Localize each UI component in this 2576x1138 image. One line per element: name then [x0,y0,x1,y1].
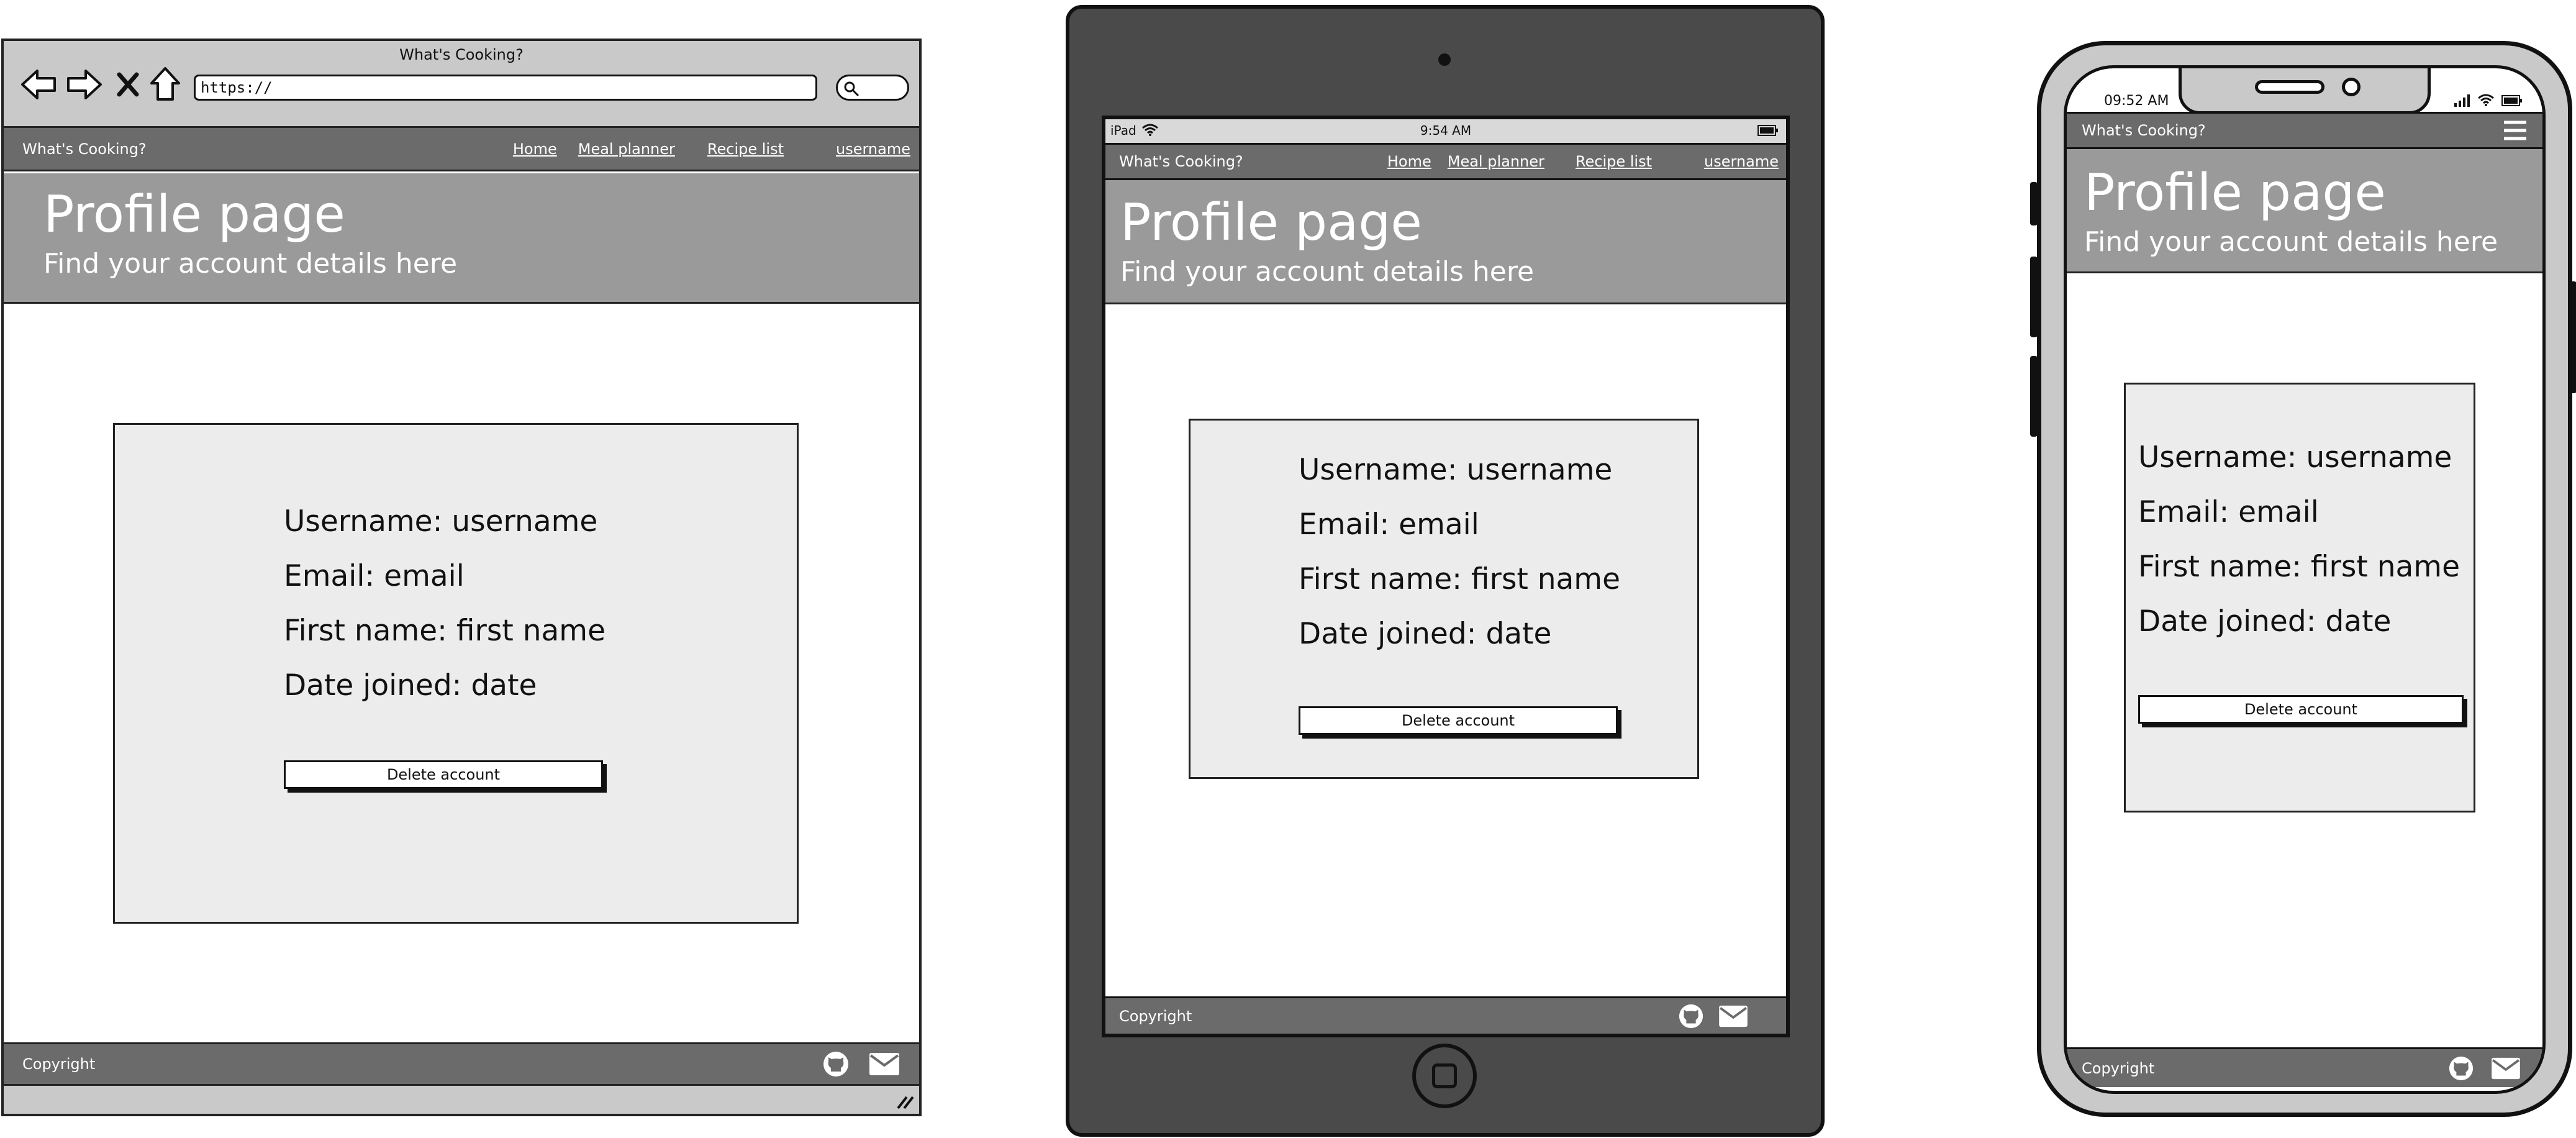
phone-screen: 09:52 AM What's Cooking? Profile page Fi… [2064,65,2546,1094]
speaker [2255,80,2324,94]
nav-brand[interactable]: What's Cooking? [2082,122,2206,139]
site-navbar: What's Cooking? [2067,112,2542,149]
profile-email: Email: email [1299,508,1479,542]
page-subtitle: Find your account details here [43,248,458,280]
tablet-device: iPad 9:54 AM What's Cooking? Home Meal p… [1066,5,1825,1137]
footer-icons [2448,1055,2521,1081]
github-icon[interactable] [1678,1003,1704,1029]
close-icon[interactable] [116,71,140,98]
home-button-icon[interactable] [1412,1044,1477,1108]
footer-copyright: Copyright [1119,1007,1192,1025]
resize-grip-icon[interactable] [896,1093,914,1109]
hamburger-menu-icon[interactable] [2503,119,2528,142]
nav-links: Home Meal planner Recipe list username [513,140,910,158]
forward-arrow-icon[interactable] [66,68,103,101]
site-navbar: What's Cooking? Home Meal planner Recipe… [4,128,919,171]
nav-links: Home Meal planner Recipe list username [1387,153,1779,170]
footer-icons [1678,1003,1749,1029]
hero-banner: Profile page Find your account details h… [1105,180,1786,304]
nav-link-meal-planner[interactable]: Meal planner [1448,153,1544,170]
delete-account-button[interactable]: Delete account [1299,706,1618,735]
profile-username: Username: username [284,504,598,539]
signal-icon [2454,94,2470,107]
page-subtitle: Find your account details here [1120,256,1535,288]
nav-brand[interactable]: What's Cooking? [1119,153,1243,170]
page-title: Profile page [43,185,345,244]
browser-chrome: What's Cooking? https:// [4,41,919,128]
battery-icon [2501,95,2522,106]
nav-link-recipe-list[interactable]: Recipe list [1576,153,1652,170]
github-icon[interactable] [2448,1055,2474,1081]
profile-card: Username: username Email: email First na… [1189,419,1699,779]
site-navbar: What's Cooking? Home Meal planner Recipe… [1105,143,1786,180]
profile-card: Username: username Email: email First na… [2124,383,2475,813]
phone-notch [2179,68,2431,114]
phone-side-button [2030,356,2038,437]
desktop-browser-window: What's Cooking? https:// What's Cooking?… [1,39,922,1116]
profile-email: Email: email [2138,495,2319,529]
profile-username: Username: username [1299,453,1613,487]
phone-device: 09:52 AM What's Cooking? Profile page Fi… [2030,41,2576,1117]
hero-banner: Profile page Find your account details h… [4,173,919,304]
profile-first-name: First name: first name [2138,550,2460,584]
nav-link-username[interactable]: username [836,140,910,158]
nav-brand[interactable]: What's Cooking? [22,140,147,158]
battery-icon [1757,125,1778,136]
delete-account-button[interactable]: Delete account [284,760,603,789]
nav-link-home[interactable]: Home [513,140,557,158]
profile-date-joined: Date joined: date [284,668,537,703]
nav-link-recipe-list[interactable]: Recipe list [707,140,784,158]
profile-username: Username: username [2138,440,2452,475]
mail-icon[interactable] [2490,1057,2521,1080]
footer-copyright: Copyright [22,1055,96,1073]
profile-first-name: First name: first name [1299,562,1620,596]
search-icon [844,81,859,97]
phone-side-button [2030,182,2038,225]
wifi-icon [2478,94,2494,106]
mail-icon[interactable] [868,1052,900,1077]
phone-side-button [2030,257,2038,337]
site-footer: Copyright [4,1042,919,1086]
profile-card: Username: username Email: email First na… [113,423,799,924]
tablet-status-bar: iPad 9:54 AM [1105,119,1786,143]
page-subtitle: Find your account details here [2084,226,2498,258]
page-title: Profile page [2084,163,2386,222]
tablet-screen: iPad 9:54 AM What's Cooking? Home Meal p… [1102,116,1790,1037]
page-title: Profile page [1120,193,1422,252]
footer-icons [822,1050,900,1078]
status-strip [4,1086,919,1114]
camera-icon [1438,53,1451,66]
home-icon[interactable] [149,66,181,102]
address-text: https:// [201,79,273,96]
phone-side-button [2569,281,2576,393]
camera-icon [2342,78,2361,96]
search-box[interactable] [836,75,909,101]
mail-icon[interactable] [1718,1004,1749,1028]
profile-date-joined: Date joined: date [2138,604,2392,639]
profile-email: Email: email [284,559,465,593]
profile-first-name: First name: first name [284,614,605,648]
status-time: 9:54 AM [1420,123,1472,138]
delete-account-button[interactable]: Delete account [2138,695,2464,724]
status-time: 09:52 AM [2104,93,2169,109]
site-footer: Copyright [1105,996,1786,1034]
github-icon[interactable] [822,1050,850,1078]
address-bar[interactable]: https:// [194,75,817,101]
nav-link-username[interactable]: username [1704,153,1779,170]
nav-link-home[interactable]: Home [1387,153,1431,170]
site-footer: Copyright [2067,1047,2542,1087]
back-arrow-icon[interactable] [20,68,57,101]
footer-copyright: Copyright [2082,1059,2155,1077]
nav-link-meal-planner[interactable]: Meal planner [578,140,675,158]
profile-date-joined: Date joined: date [1299,617,1552,651]
window-title: What's Cooking? [399,46,524,63]
hero-banner: Profile page Find your account details h… [2067,149,2542,273]
